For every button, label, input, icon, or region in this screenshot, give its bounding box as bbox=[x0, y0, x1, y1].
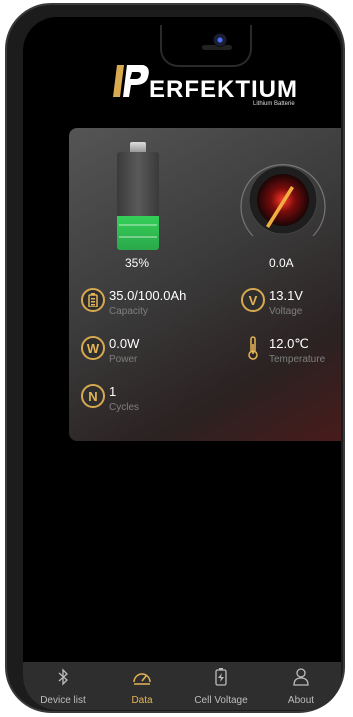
perfektium-logo-icon bbox=[113, 65, 149, 97]
thermometer-icon bbox=[241, 336, 265, 360]
nav-about[interactable]: About bbox=[261, 662, 341, 710]
screen: ERFEKTIUM Lithium Batterie 35% 0.0A 35.0… bbox=[23, 17, 341, 710]
bottom-navigation: Device list Data Cell Voltage About bbox=[23, 662, 341, 710]
nav-cell-voltage[interactable]: Cell Voltage bbox=[181, 662, 261, 710]
brand-name: ERFEKTIUM bbox=[149, 76, 298, 103]
battery-level-indicator bbox=[117, 142, 159, 250]
brand-logo: ERFEKTIUM Lithium Batterie bbox=[113, 61, 313, 111]
bluetooth-icon bbox=[58, 668, 68, 686]
capacity-value: 35.0/100.0Ah bbox=[109, 288, 187, 303]
voltage-icon: V bbox=[241, 288, 265, 312]
nav-device-list[interactable]: Device list bbox=[23, 662, 103, 710]
capacity-label: Capacity bbox=[109, 306, 148, 317]
cycles-label: Cycles bbox=[109, 402, 140, 413]
user-icon bbox=[293, 668, 309, 686]
battery-segment-line bbox=[119, 224, 157, 226]
battery-segment-line bbox=[119, 236, 157, 238]
power-label: Power bbox=[109, 354, 138, 365]
battery-fill bbox=[117, 215, 159, 250]
data-card: 35% 0.0A 35.0/100.0Ah Capacity V 13.1V V… bbox=[69, 128, 341, 441]
nav-data-label: Data bbox=[131, 695, 153, 706]
battery-percent-label: 35% bbox=[125, 256, 150, 270]
voltage-value: 13.1V bbox=[269, 288, 303, 303]
nav-about-label: About bbox=[287, 695, 315, 706]
front-camera bbox=[213, 33, 227, 47]
power-value: 0.0W bbox=[109, 336, 140, 351]
gauge-icon bbox=[133, 673, 151, 685]
battery-cap bbox=[130, 142, 146, 152]
brand-subtitle: Lithium Batterie bbox=[253, 101, 295, 107]
battery-body bbox=[117, 152, 159, 250]
current-label: 0.0A bbox=[269, 256, 294, 270]
notch bbox=[160, 25, 252, 67]
nav-cell-voltage-label: Cell Voltage bbox=[194, 695, 248, 706]
voltage-label: Voltage bbox=[269, 306, 303, 317]
temperature-label: Temperature bbox=[269, 354, 326, 365]
nav-data[interactable]: Data bbox=[103, 662, 181, 710]
temperature-value: 12.0℃ bbox=[269, 336, 309, 351]
cycles-icon: N bbox=[81, 384, 105, 408]
phone-frame: ERFEKTIUM Lithium Batterie 35% 0.0A 35.0… bbox=[5, 3, 345, 713]
nav-device-list-label: Device list bbox=[40, 695, 86, 706]
battery-capacity-icon bbox=[81, 288, 105, 312]
cycles-value: 1 bbox=[109, 384, 117, 399]
battery-charge-icon bbox=[215, 668, 227, 686]
power-icon: W bbox=[81, 336, 105, 360]
current-gauge-icon bbox=[240, 164, 326, 237]
